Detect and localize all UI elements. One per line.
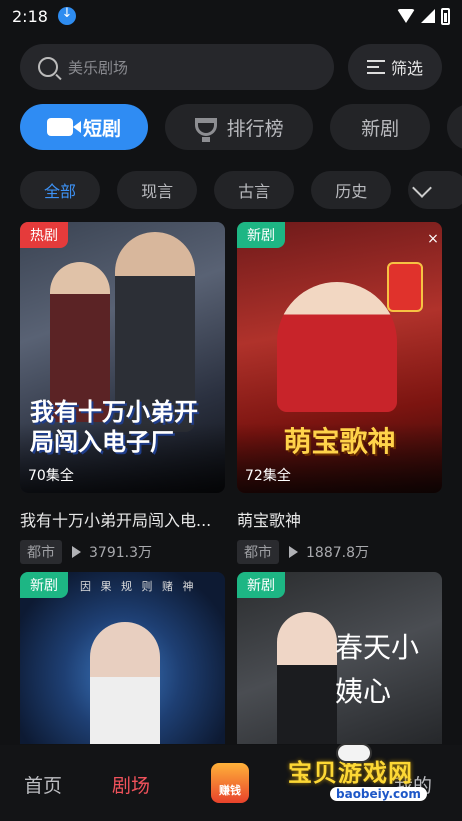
earn-icon[interactable]: 赚钱 [211, 763, 249, 803]
tab-more[interactable]: 优 [447, 104, 462, 150]
battery-icon [441, 7, 450, 25]
chip-label: 古言 [238, 182, 271, 201]
signal-icon [421, 9, 435, 23]
chip-modern-romance[interactable]: 现言 [117, 171, 198, 209]
drama-poster[interactable]: 萌宝歌神 新剧 × 72集全 [237, 222, 442, 493]
drama-card[interactable]: 因 果 规 则 赌 神 新剧 [20, 572, 225, 744]
poster-figure [277, 612, 337, 744]
drama-title[interactable]: 我有十万小弟开局闯入电... [20, 507, 225, 531]
filter-label: 筛选 [390, 59, 423, 78]
chip-ancient-romance[interactable]: 古言 [214, 171, 295, 209]
watermark: 宝贝游戏网 baobeiy.com [288, 743, 446, 813]
nav-theater[interactable]: 剧场 [112, 771, 150, 798]
status-badge: 新剧 [237, 222, 285, 248]
category-tabs: 短剧 排行榜 新剧 优 [20, 104, 462, 150]
poster-title: 萌宝歌神 [283, 425, 396, 458]
search-row: 美乐剧场 筛选 [20, 44, 442, 90]
chip-label: 历史 [335, 182, 368, 201]
drama-card[interactable]: 我有十万小弟开局闯入电子厂 热剧 70集全 我有十万小弟开局闯入电... 都市 … [20, 222, 225, 564]
genre-chips: 全部 现言 古言 历史 [20, 171, 462, 209]
earn-label: 赚钱 [219, 784, 241, 797]
drama-meta: 都市 1887.8万 [237, 540, 442, 564]
red-envelope-icon [387, 262, 423, 312]
poster-title: 春天小姨心 [335, 631, 420, 708]
search-input[interactable]: 美乐剧场 [20, 44, 334, 90]
filter-icon [366, 60, 385, 74]
drama-poster[interactable]: 春天小姨心 新剧 [237, 572, 442, 744]
status-bar: 2:18 [0, 0, 462, 32]
play-icon [289, 546, 298, 558]
poster-title: 我有十万小弟开局闯入电子厂 [30, 398, 198, 456]
view-count: 3791.3万 [89, 545, 152, 561]
search-placeholder: 美乐剧场 [68, 58, 129, 77]
drama-poster[interactable]: 因 果 规 则 赌 神 新剧 [20, 572, 225, 744]
poster-figure [90, 622, 160, 744]
tab-label: 新剧 [361, 117, 400, 140]
tab-short-drama[interactable]: 短剧 [20, 104, 148, 150]
nav-home[interactable]: 首页 [24, 771, 62, 798]
filter-button[interactable]: 筛选 [348, 44, 442, 90]
view-count: 1887.8万 [306, 545, 369, 561]
tab-ranking[interactable]: 排行榜 [165, 104, 314, 150]
tab-label: 短剧 [82, 117, 121, 140]
close-icon[interactable]: × [424, 230, 442, 248]
poster-caption: 因 果 规 则 赌 神 [80, 580, 197, 593]
episode-count: 72集全 [245, 468, 291, 484]
chip-label: 全部 [43, 182, 76, 201]
search-icon [38, 57, 58, 77]
chip-label: 现言 [141, 182, 174, 201]
trophy-icon [194, 118, 217, 142]
status-time: 2:18 [12, 6, 48, 26]
drama-card[interactable]: 春天小姨心 新剧 [237, 572, 442, 744]
poster-figure [277, 282, 397, 412]
tab-new-drama[interactable]: 新剧 [330, 104, 431, 150]
genre-tag: 都市 [20, 540, 62, 564]
status-icons [397, 7, 450, 25]
drama-card[interactable]: 萌宝歌神 新剧 × 72集全 萌宝歌神 都市 1887.8万 [237, 222, 442, 564]
tab-label: 排行榜 [226, 117, 284, 140]
episode-count: 70集全 [28, 468, 74, 484]
drama-title[interactable]: 萌宝歌神 [237, 507, 442, 531]
camera-icon [46, 118, 81, 136]
drama-meta: 都市 3791.3万 [20, 540, 225, 564]
status-badge: 新剧 [20, 572, 68, 598]
play-icon [72, 546, 81, 558]
download-icon [57, 6, 76, 25]
genre-tag: 都市 [237, 540, 279, 564]
chip-history[interactable]: 历史 [311, 171, 392, 209]
gamepad-icon [336, 743, 372, 763]
wifi-icon [397, 9, 415, 23]
drama-poster[interactable]: 我有十万小弟开局闯入电子厂 热剧 70集全 [20, 222, 225, 493]
chip-all[interactable]: 全部 [20, 171, 100, 209]
status-badge: 新剧 [237, 572, 285, 598]
status-badge: 热剧 [20, 222, 68, 248]
watermark-url: baobeiy.com [330, 787, 427, 801]
